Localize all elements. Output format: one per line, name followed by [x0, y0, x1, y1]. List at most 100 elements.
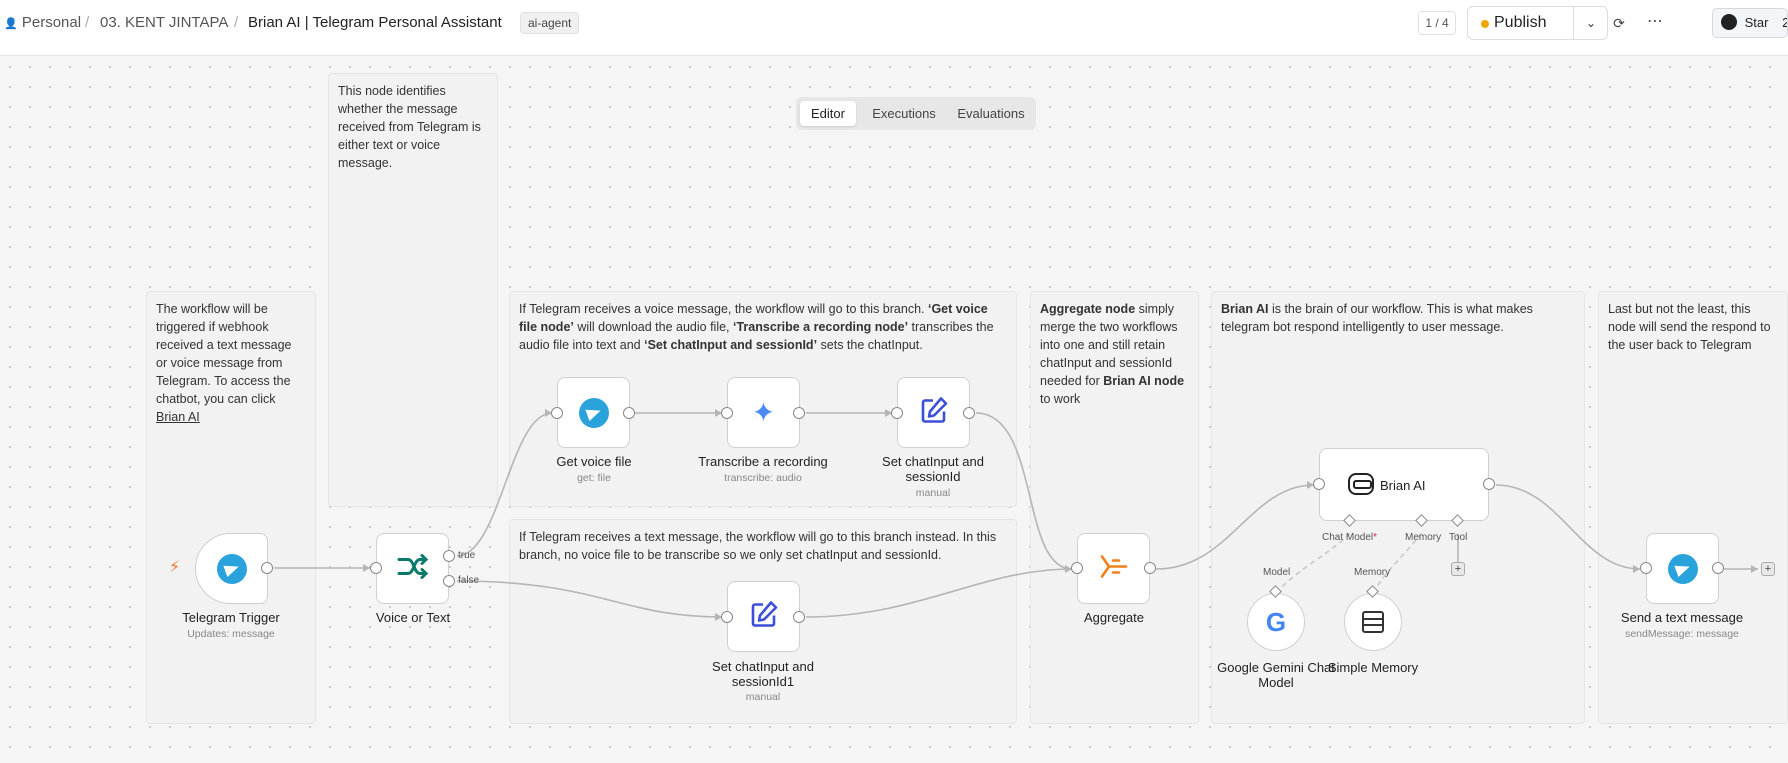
publish-options-button[interactable]: ⌄ [1574, 7, 1608, 39]
sticky-note-switch[interactable]: This node identifies whether the message… [328, 73, 498, 507]
breadcrumb-owner[interactable]: 👤 Personal [4, 14, 81, 31]
sticky-note-aggregate[interactable]: Aggregate node simply merge the two work… [1030, 291, 1199, 724]
node-aggregate[interactable] [1077, 533, 1150, 604]
breadcrumb-separator: / [85, 14, 90, 31]
output-port[interactable] [623, 407, 635, 419]
required-marker: * [1373, 532, 1378, 543]
node-telegram-trigger[interactable] [195, 533, 268, 604]
output-port[interactable] [1483, 478, 1495, 490]
github-star-count: 2 [1782, 15, 1787, 30]
output-port[interactable] [793, 611, 805, 623]
breadcrumb-owner-label: Personal [21, 14, 82, 31]
input-port[interactable] [721, 611, 733, 623]
note-text: to work [1040, 392, 1081, 406]
telegram-icon [578, 397, 609, 428]
output-port[interactable] [963, 407, 975, 419]
output-label-false: false [458, 575, 480, 586]
history-button[interactable]: ⟳ [1606, 10, 1632, 36]
publish-label: Publish [1494, 14, 1547, 31]
input-port[interactable] [891, 407, 903, 419]
trigger-bolt-icon: ⚡ [169, 559, 181, 576]
status-dot-icon [1481, 20, 1489, 28]
arrow-head [363, 564, 370, 572]
pin-tool: Tool [1449, 532, 1468, 543]
chevron-down-icon: ⌄ [1585, 16, 1597, 30]
tab-evaluations[interactable]: Evaluations [950, 101, 1032, 126]
output-port[interactable] [1144, 562, 1156, 574]
node-label: Google Gemini Chat Model [1217, 660, 1335, 690]
pin-label: Chat Model [1322, 532, 1374, 543]
add-node-button[interactable]: + [1761, 562, 1775, 576]
node-subtitle: manual [745, 691, 781, 703]
sticky-note-trigger[interactable]: The workflow will be triggered if webhoo… [146, 291, 316, 724]
node-label: Transcribe a recording [698, 454, 828, 469]
input-port[interactable] [1640, 562, 1652, 574]
node-label: Get voice file [556, 454, 632, 469]
node-label: Set chatInput and sessionId1 [712, 659, 814, 689]
robot-icon [1348, 473, 1374, 495]
node-subtitle: Updates: message [187, 628, 275, 640]
workflow-title[interactable]: Brian AI | Telegram Personal Assistant [248, 14, 502, 31]
node-label: Voice or Text [375, 610, 451, 625]
node-get-voice-file[interactable] [557, 377, 630, 448]
note-bold: Brian AI [1221, 302, 1269, 316]
output-label-true: true [458, 550, 476, 561]
tab-editor[interactable]: Editor [800, 101, 856, 126]
node-simple-memory[interactable] [1344, 593, 1402, 651]
node-subtitle: sendMessage: message [1625, 628, 1739, 640]
node-subtitle: transcribe: audio [724, 472, 802, 484]
history-icon: ⟳ [1613, 15, 1625, 31]
input-port[interactable] [1313, 478, 1325, 490]
note-text: This node identifies whether the message… [338, 84, 481, 170]
version-counter: 1 / 4 [1418, 11, 1456, 35]
note-bold: ‘Transcribe a recording node’ [733, 320, 909, 334]
note-text: The workflow will be triggered if webhoo… [156, 302, 292, 406]
ellipsis-icon: ⋯ [1647, 13, 1663, 30]
input-port[interactable] [1071, 562, 1083, 574]
note-bold: Brian AI node [1103, 374, 1185, 388]
node-brian-ai-agent[interactable]: Brian AI [1319, 448, 1489, 521]
note-link[interactable]: Brian AI [156, 410, 200, 424]
node-set-chatinput1[interactable] [727, 581, 800, 652]
node-voice-or-text[interactable] [376, 533, 449, 604]
pin-memory: Memory [1354, 567, 1391, 578]
node-gemini-chat-model[interactable]: G [1247, 593, 1305, 651]
input-port[interactable] [551, 407, 563, 419]
node-send-text-message[interactable] [1646, 533, 1719, 604]
output-port-false[interactable] [443, 575, 455, 587]
node-transcribe-recording[interactable]: ✦ [727, 377, 800, 448]
note-text: will download the audio file, [573, 320, 733, 334]
output-port[interactable] [793, 407, 805, 419]
node-label: Brian AI [1380, 478, 1426, 493]
note-text: Last but not the least, this node will s… [1608, 302, 1771, 352]
workflow-canvas[interactable]: Editor Executions Evaluations The workfl… [0, 57, 1788, 763]
output-port-true[interactable] [443, 550, 455, 562]
sticky-note-send[interactable]: Last but not the least, this node will s… [1598, 291, 1788, 724]
node-label: Aggregate [1084, 610, 1144, 625]
note-bold: Aggregate node [1040, 302, 1136, 316]
aggregate-icon [1099, 553, 1129, 584]
github-star-button[interactable]: Star 2 [1712, 8, 1788, 38]
view-tabs: Editor Executions Evaluations [796, 97, 1036, 130]
telegram-icon [216, 553, 247, 584]
node-label: Telegram Trigger [182, 610, 280, 625]
input-port[interactable] [370, 562, 382, 574]
publish-button[interactable]: Publish [1468, 7, 1574, 39]
breadcrumb-folder[interactable]: 03. KENT JINTAPA [100, 14, 228, 31]
more-options-button[interactable]: ⋯ [1642, 10, 1668, 36]
tab-executions[interactable]: Executions [860, 101, 948, 126]
note-bold: ‘Set chatInput and sessionId’ [644, 338, 818, 352]
add-tool-button[interactable]: + [1451, 562, 1465, 576]
output-port[interactable] [1712, 562, 1724, 574]
edit-icon [749, 599, 779, 634]
workflow-tag[interactable]: ai-agent [520, 12, 580, 34]
node-subtitle: get: file [577, 472, 611, 484]
google-icon: G [1265, 607, 1287, 637]
input-port[interactable] [721, 407, 733, 419]
edit-icon [919, 395, 949, 430]
note-text: If Telegram receives a voice message, th… [519, 302, 928, 316]
output-port[interactable] [261, 562, 273, 574]
node-label: Set chatInput and sessionId [882, 454, 984, 484]
top-bar: 👤 Personal / 03. KENT JINTAPA / Brian AI… [0, 0, 1788, 56]
node-set-chatinput[interactable] [897, 377, 970, 448]
